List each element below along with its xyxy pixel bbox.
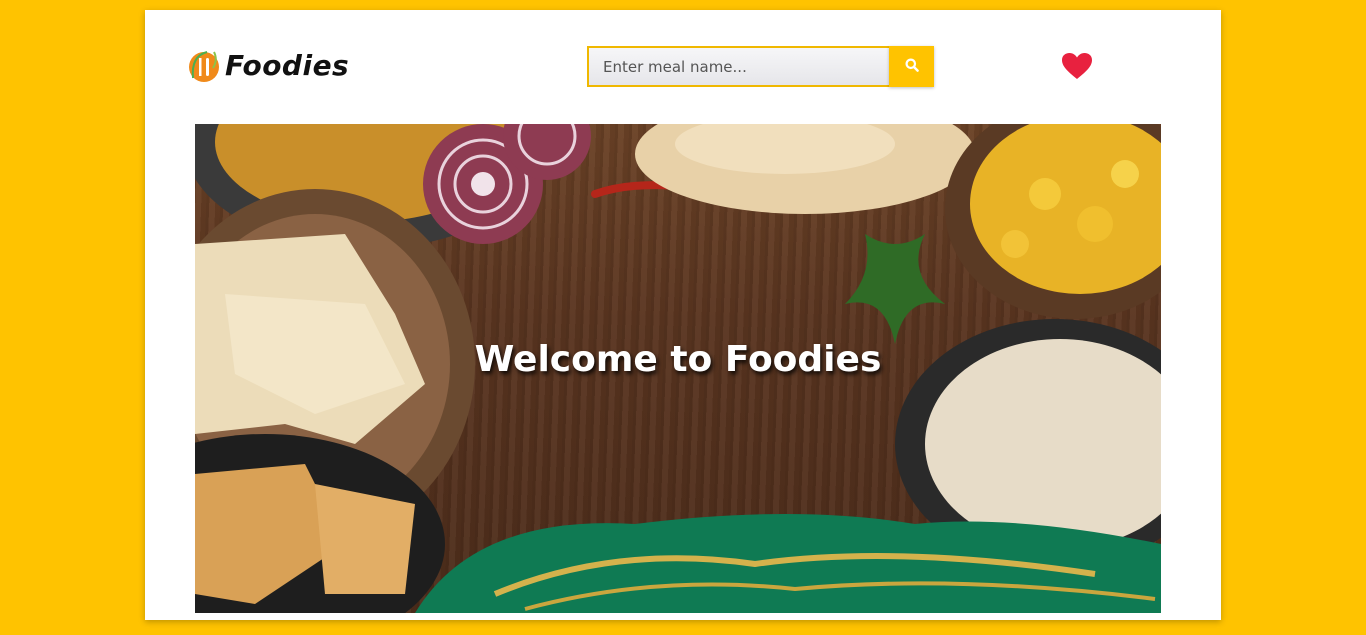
favorites-button[interactable] [1061,52,1093,84]
search-button[interactable] [889,46,934,87]
hero-banner: Welcome to Foodies [195,124,1161,613]
brand-name: Foodies [225,48,350,82]
fork-knife-icon [187,46,221,84]
main-card: Foodies Enter meal name... Welcome to Fo… [145,10,1221,620]
search-icon [905,58,919,75]
heart-icon [1061,53,1093,84]
search-bar [587,46,934,87]
hero-title: Welcome to Foodies [474,339,882,380]
search-input[interactable] [587,46,889,87]
logo[interactable]: Foodies [187,46,349,84]
